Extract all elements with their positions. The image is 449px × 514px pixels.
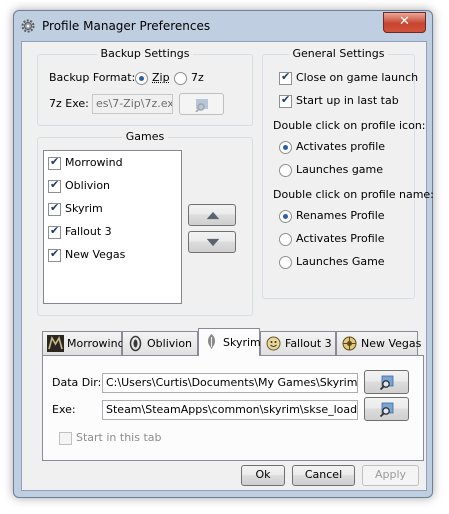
game-fallout3-checkbox[interactable] [48, 224, 61, 239]
name-activates-profile-radio[interactable] [279, 233, 292, 246]
games-group: Games Morrowind Oblivion Skyrim Fallout … [37, 130, 253, 316]
backup-settings-title: Backup Settings [96, 47, 194, 60]
backup-format-zip-label[interactable]: Zip [152, 71, 170, 84]
backup-format-zip-radio[interactable] [135, 72, 148, 85]
name-renames-profile-radio[interactable] [279, 210, 292, 223]
skyrim-icon [207, 334, 216, 349]
general-settings-title: General Settings [288, 47, 389, 60]
tab-fallout3[interactable]: Fallout 3 [260, 331, 336, 355]
tab-skyrim-label[interactable]: Skyrim [223, 336, 261, 349]
data-dir-field[interactable]: C:\Users\Curtis\Documents\My Games\Skyri… [102, 373, 358, 393]
game-skyrim-label[interactable]: Skyrim [65, 202, 103, 215]
icon-activates-profile-radio[interactable] [279, 141, 292, 154]
folder-browse-icon [195, 99, 208, 112]
tab-fallout3-label[interactable]: Fallout 3 [285, 337, 332, 350]
games-list[interactable]: Morrowind Oblivion Skyrim Fallout 3 New … [43, 150, 182, 304]
apply-button-label: Apply [374, 468, 407, 481]
start-last-tab-label[interactable]: Start up in last tab [296, 94, 399, 107]
game-tabs: Morrowind Oblivion Skyrim Fallout 3 New … [42, 328, 424, 461]
tab-newvegas-label[interactable]: New Vegas [361, 337, 421, 350]
close-on-launch-label[interactable]: Close on game launch [296, 71, 418, 84]
folder-browse-icon [379, 402, 394, 417]
start-in-tab-checkbox[interactable] [59, 432, 72, 445]
gear-icon [21, 19, 35, 33]
preferences-window: Profile Manager Preferences ✕ Backup Set… [13, 10, 434, 498]
move-up-button[interactable] [188, 204, 236, 226]
arrow-up-icon [206, 211, 220, 220]
icon-activates-profile-label[interactable]: Activates profile [296, 140, 385, 153]
backup-settings-group: Backup Settings Backup Format: Zip 7z 7z… [37, 47, 253, 126]
exe-browse-button[interactable] [364, 397, 409, 421]
backup-format-label: Backup Format: [49, 71, 136, 84]
data-dir-label: Data Dir: [52, 376, 102, 389]
tab-morrowind[interactable]: Morrowind [42, 331, 125, 355]
morrowind-icon [47, 335, 64, 352]
tab-oblivion[interactable]: Oblivion [122, 331, 198, 355]
7z-exe-label: 7z Exe: [49, 97, 89, 110]
game-newvegas-checkbox[interactable] [48, 247, 61, 262]
start-last-tab-checkbox[interactable] [279, 93, 292, 108]
7z-exe-field[interactable]: es\7-Zip\7z.exe [92, 94, 173, 114]
backup-format-7z-radio[interactable] [174, 72, 187, 85]
game-newvegas-label[interactable]: New Vegas [65, 248, 125, 261]
cancel-button-label: Cancel [304, 468, 343, 481]
game-oblivion-checkbox[interactable] [48, 178, 61, 193]
window-title: Profile Manager Preferences [42, 19, 211, 33]
start-in-tab-label[interactable]: Start in this tab [76, 431, 162, 444]
folder-browse-icon [379, 375, 394, 390]
tab-newvegas[interactable]: New Vegas [336, 331, 421, 355]
skyrim-tab-panel: Data Dir: C:\Users\Curtis\Documents\My G… [42, 355, 424, 461]
icon-launches-game-label[interactable]: Launches game [296, 163, 383, 176]
game-fallout3-label[interactable]: Fallout 3 [65, 225, 112, 238]
arrow-down-icon [206, 238, 220, 247]
name-activates-profile-label[interactable]: Activates Profile [296, 232, 385, 245]
backup-format-7z-label[interactable]: 7z [191, 71, 204, 84]
exe-field[interactable]: Steam\SteamApps\common\skyrim\skse_loade… [102, 400, 358, 420]
ok-button-label: Ok [255, 468, 271, 481]
games-title: Games [121, 130, 169, 143]
game-skyrim-checkbox[interactable] [48, 201, 61, 216]
new-vegas-icon [342, 336, 357, 351]
general-settings-group: General Settings Close on game launch St… [262, 47, 434, 299]
apply-button[interactable]: Apply [362, 465, 419, 486]
client-area: Backup Settings Backup Format: Zip 7z 7z… [21, 41, 434, 491]
move-down-button[interactable] [188, 231, 236, 253]
oblivion-icon [129, 335, 142, 352]
name-renames-profile-label[interactable]: Renames Profile [296, 209, 385, 222]
title-bar[interactable]: Profile Manager Preferences ✕ [14, 11, 432, 41]
name-launches-game-label[interactable]: Launches Game [296, 255, 385, 268]
close-on-launch-checkbox[interactable] [279, 70, 292, 85]
data-dir-browse-button[interactable] [364, 370, 409, 394]
tab-skyrim[interactable]: Skyrim [198, 328, 261, 356]
icon-double-click-label: Double click on profile icon: [273, 119, 426, 132]
game-morrowind-label[interactable]: Morrowind [65, 156, 123, 169]
fallout-icon [266, 336, 281, 351]
game-morrowind-checkbox[interactable] [48, 155, 61, 170]
game-oblivion-label[interactable]: Oblivion [65, 179, 110, 192]
7z-exe-browse-button[interactable] [179, 93, 224, 115]
exe-label: Exe: [52, 403, 76, 416]
close-button[interactable]: ✕ [383, 12, 426, 33]
name-double-click-label: Double click on profile name: [273, 188, 434, 201]
cancel-button[interactable]: Cancel [292, 465, 355, 486]
icon-launches-game-radio[interactable] [279, 164, 292, 177]
tab-morrowind-label[interactable]: Morrowind [67, 337, 125, 350]
close-icon: ✕ [399, 14, 410, 29]
tab-oblivion-label[interactable]: Oblivion [147, 337, 192, 350]
ok-button[interactable]: Ok [241, 465, 285, 486]
name-launches-game-radio[interactable] [279, 256, 292, 269]
